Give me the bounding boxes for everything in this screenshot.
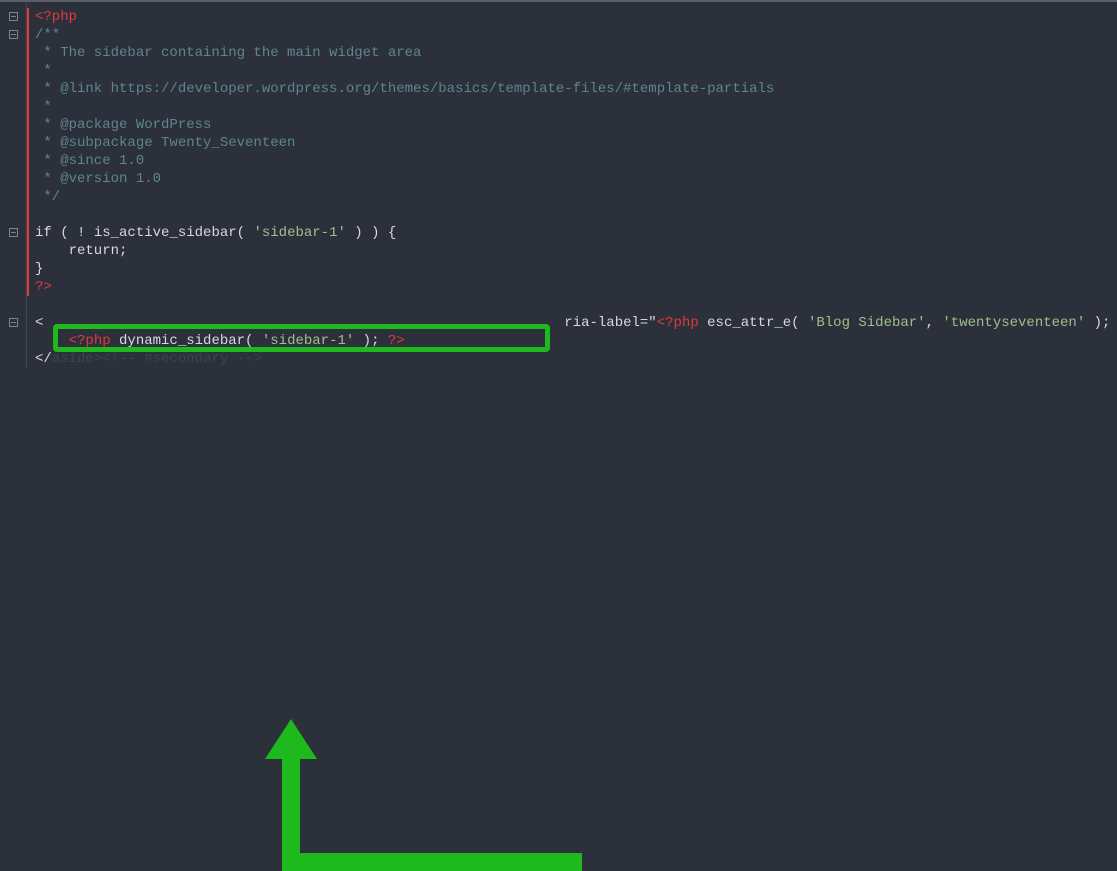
code-line[interactable]: */ (27, 188, 1117, 206)
fold-toggle-icon[interactable] (9, 12, 18, 21)
gutter (0, 2, 26, 368)
fold-toggle-icon[interactable] (9, 30, 18, 39)
code-line[interactable] (27, 206, 1117, 224)
code-line[interactable]: ?> (27, 278, 1117, 296)
code-line[interactable]: } (27, 260, 1117, 278)
code-line-highlighted[interactable]: <?php dynamic_sidebar( 'sidebar-1' ); ?> (27, 332, 1117, 350)
code-line[interactable]: <?php (27, 8, 1117, 26)
comment-text: * @version 1.0 (35, 171, 161, 187)
php-open-tag: <?php (69, 333, 111, 349)
keyword-if: if (35, 225, 52, 241)
comment-text: * The sidebar containing the main widget… (35, 45, 421, 61)
php-close-tag: ?> (388, 333, 405, 349)
code-line[interactable]: if ( ! is_active_sidebar( 'sidebar-1' ) … (27, 224, 1117, 242)
php-close-tag: ?> (35, 279, 52, 295)
comment-text: * @package WordPress (35, 117, 211, 133)
code-line[interactable]: * @version 1.0 (27, 170, 1117, 188)
code-line[interactable]: * (27, 62, 1117, 80)
function-name: is_active_sidebar (94, 225, 237, 241)
function-name: dynamic_sidebar (111, 333, 245, 349)
string-literal: 'Blog Sidebar' (808, 315, 926, 331)
string-literal: 'twentyseventeen' (942, 315, 1085, 331)
fold-toggle-icon[interactable] (9, 228, 18, 237)
code-line[interactable]: * (27, 98, 1117, 116)
php-open-tag: <?php (657, 315, 699, 331)
comment-text: * (35, 99, 52, 115)
comment-text: * @link https://developer.wordpress.org/… (35, 81, 774, 97)
code-line[interactable]: </aside><!-- #secondary --> (27, 350, 1117, 368)
code-line[interactable]: return; (27, 242, 1117, 260)
comment-text: * @subpackage Twenty_Seventeen (35, 135, 295, 151)
comment-text: * @since 1.0 (35, 153, 144, 169)
function-name: esc_attr_e (699, 315, 791, 331)
comment-text: * (35, 63, 52, 79)
code-area[interactable]: <?php /** * The sidebar containing the m… (26, 2, 1117, 368)
fold-toggle-icon[interactable] (9, 318, 18, 327)
comment-text: /** (35, 27, 60, 43)
php-open-tag: <?php (35, 9, 77, 25)
string-literal: 'sidebar-1' (253, 225, 345, 241)
code-line[interactable] (27, 296, 1117, 314)
code-editor[interactable]: <?php /** * The sidebar containing the m… (0, 0, 1117, 368)
code-line[interactable]: <aside id="secondary" class="widget-area… (27, 314, 1117, 332)
code-line[interactable]: * @link https://developer.wordpress.org/… (27, 80, 1117, 98)
comment-text: */ (35, 189, 60, 205)
code-line[interactable]: /** (27, 26, 1117, 44)
code-line[interactable]: * @subpackage Twenty_Seventeen (27, 134, 1117, 152)
keyword-return: return (35, 243, 119, 259)
string-literal: 'sidebar-1' (262, 333, 354, 349)
code-line[interactable]: * The sidebar containing the main widget… (27, 44, 1117, 62)
code-line[interactable]: * @since 1.0 (27, 152, 1117, 170)
code-line[interactable]: * @package WordPress (27, 116, 1117, 134)
